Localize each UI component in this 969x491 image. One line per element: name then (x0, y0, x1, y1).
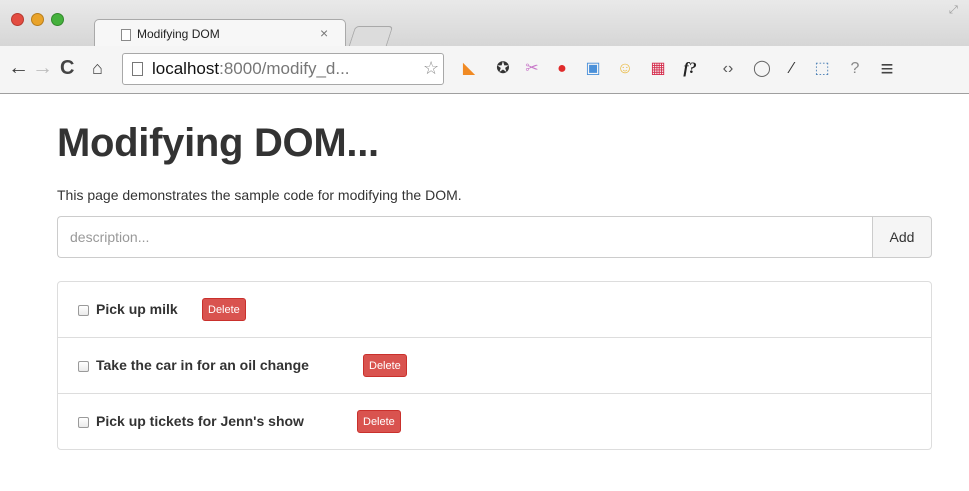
list-item: Take the car in for an oil change Delete (58, 338, 931, 394)
item-checkbox[interactable] (78, 305, 89, 316)
add-item-form: Add (57, 216, 932, 258)
page-content: Modifying DOM... This page demonstrates … (0, 95, 969, 491)
minimize-window-button[interactable] (31, 13, 44, 26)
eyedropper-icon[interactable]: ⁄ (781, 58, 803, 80)
delete-button[interactable]: Delete (363, 354, 407, 377)
help-icon[interactable]: ? (844, 58, 866, 80)
url-path: :8000/modify_d... (219, 59, 350, 78)
rss-icon[interactable]: ◣ (458, 58, 480, 80)
new-tab-button[interactable] (348, 26, 394, 46)
tab-title: Modifying DOM (137, 27, 220, 41)
item-checkbox[interactable] (78, 417, 89, 428)
list-item: Pick up tickets for Jenn's show Delete (58, 394, 931, 450)
browser-tab[interactable]: Modifying DOM × (94, 19, 346, 47)
list-item: Pick up milk Delete (58, 282, 931, 338)
reload-icon[interactable]: C (60, 56, 74, 80)
close-window-button[interactable] (11, 13, 24, 26)
circle-icon[interactable]: ◯ (751, 58, 773, 80)
tab-close-icon[interactable]: × (320, 25, 328, 41)
bookmark-star-icon[interactable]: ☆ (423, 58, 439, 79)
delete-button[interactable]: Delete (202, 298, 246, 321)
item-label: Take the car in for an oil change (96, 357, 309, 373)
font-icon[interactable]: f? (679, 58, 701, 80)
address-bar[interactable]: localhost:8000/modify_d... ☆ (122, 53, 444, 85)
tools-icon[interactable]: ✂ (521, 58, 543, 80)
page-description: This page demonstrates the sample code f… (57, 187, 462, 203)
menu-icon[interactable]: ≡ (876, 58, 898, 80)
forward-arrow-icon[interactable]: → (32, 56, 53, 80)
page-icon (121, 29, 131, 41)
page-title: Modifying DOM... (57, 121, 379, 165)
screenshot-icon[interactable]: ⬚ (811, 58, 833, 80)
stop-icon[interactable]: ● (551, 58, 573, 80)
window-icon[interactable]: ▣ (582, 58, 604, 80)
item-label: Pick up milk (96, 301, 178, 317)
add-button[interactable]: Add (872, 216, 932, 258)
cookie-icon[interactable]: ☺ (614, 58, 636, 80)
item-checkbox[interactable] (78, 361, 89, 372)
fullscreen-icon[interactable]: ⤢ (949, 4, 958, 17)
delete-button[interactable]: Delete (357, 410, 401, 433)
back-arrow-icon[interactable]: ← (8, 56, 29, 80)
todo-list: Pick up milk Delete Take the car in for … (57, 281, 932, 450)
page-icon (132, 62, 143, 76)
code-icon[interactable]: ‹› (717, 58, 739, 80)
grid-icon[interactable]: ▦ (647, 58, 669, 80)
maximize-window-button[interactable] (51, 13, 64, 26)
window-titlebar: Modifying DOM × ⤢ (0, 0, 969, 47)
item-label: Pick up tickets for Jenn's show (96, 413, 304, 429)
url-host: localhost (152, 59, 220, 78)
home-icon[interactable]: ⌂ (92, 56, 103, 80)
description-input[interactable] (57, 216, 872, 258)
sync-icon[interactable]: ✪ (492, 58, 514, 80)
address-text: localhost:8000/modify_d... (152, 59, 350, 79)
browser-toolbar: ← → C ⌂ localhost:8000/modify_d... ☆ ◣ ✪ ✂… (0, 46, 969, 94)
